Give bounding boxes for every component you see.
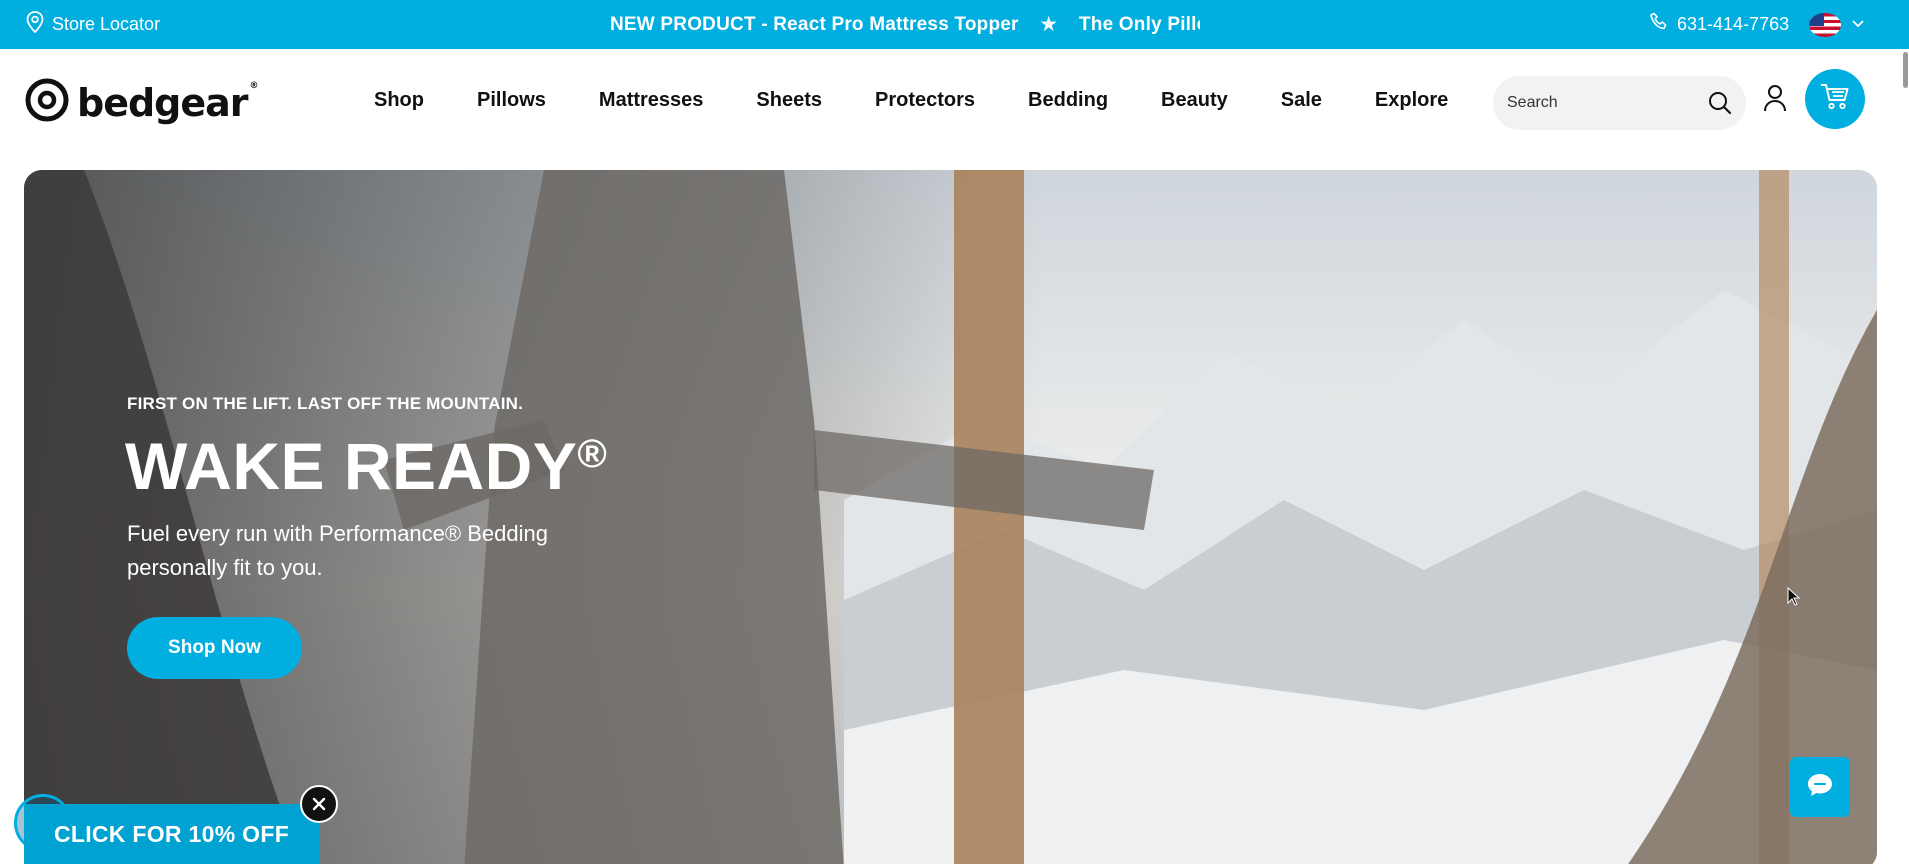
nav-bedding[interactable]: Bedding [1028,89,1108,112]
hero-kicker: FIRST ON THE LIFT. LAST OFF THE MOUNTAIN… [127,394,524,413]
nav-mattresses[interactable]: Mattresses [599,89,704,112]
logo-wordmark: bedgear ® [77,80,259,125]
main-nav: Shop Pillows Mattresses Sheets Protector… [374,49,1501,151]
store-locator-label: Store Locator [52,14,161,34]
location-pin-icon [26,11,44,38]
nav-pillows[interactable]: Pillows [477,89,546,112]
marquee-item[interactable]: The Only Pillow [1079,14,1200,36]
phone-number: 631-414-7763 [1677,14,1790,34]
site-header: bedgear ® Shop Pillows Mattresses Sheets … [0,49,1902,170]
mouse-cursor-icon [1787,586,1801,612]
chevron-down-icon [1851,16,1865,34]
us-flag-icon [1809,12,1841,37]
announcement-marquee[interactable]: NEW PRODUCT - React Pro Mattress Topper … [610,0,1200,49]
star-icon: ★ [1040,14,1057,34]
search-input[interactable] [1507,76,1697,130]
chat-icon [1806,772,1834,803]
search-icon[interactable] [1708,91,1732,120]
shop-now-button[interactable]: Shop Now [127,617,302,679]
phone-link[interactable]: 631-414-7763 [1649,0,1789,49]
scrollbar-thumb[interactable] [1903,52,1908,88]
marquee-item[interactable]: NEW PRODUCT - React Pro Mattress Topper [610,14,1019,36]
search-box [1493,76,1746,130]
close-icon[interactable] [300,785,338,823]
scrollbar-track[interactable] [1902,49,1909,864]
bedgear-logo[interactable]: bedgear ® [25,78,259,127]
cart-button[interactable] [1805,69,1865,129]
nav-beauty[interactable]: Beauty [1161,89,1228,112]
hero-subtext: Fuel every run with Performance® Bedding… [127,521,548,580]
nav-explore[interactable]: Explore [1375,89,1448,112]
logo-swirl-icon [25,78,69,127]
nav-sheets[interactable]: Sheets [756,89,822,112]
hero-headline: WAKE READY® [125,429,608,503]
region-selector[interactable] [1809,0,1865,49]
announcement-bar: Store Locator NEW PRODUCT - React Pro Ma… [0,0,1909,49]
nav-sale[interactable]: Sale [1281,89,1322,112]
nav-protectors[interactable]: Protectors [875,89,975,112]
chat-button[interactable] [1790,757,1850,817]
discount-promo-tab[interactable]: CLICK FOR 10% OFF [24,804,319,864]
cart-icon [1820,83,1850,116]
nav-shop[interactable]: Shop [374,89,424,112]
user-icon[interactable] [1763,84,1787,117]
store-locator-link[interactable]: Store Locator [26,0,160,49]
hero-banner: FIRST ON THE LIFT. LAST OFF THE MOUNTAIN… [24,170,1877,864]
phone-icon [1649,12,1669,37]
